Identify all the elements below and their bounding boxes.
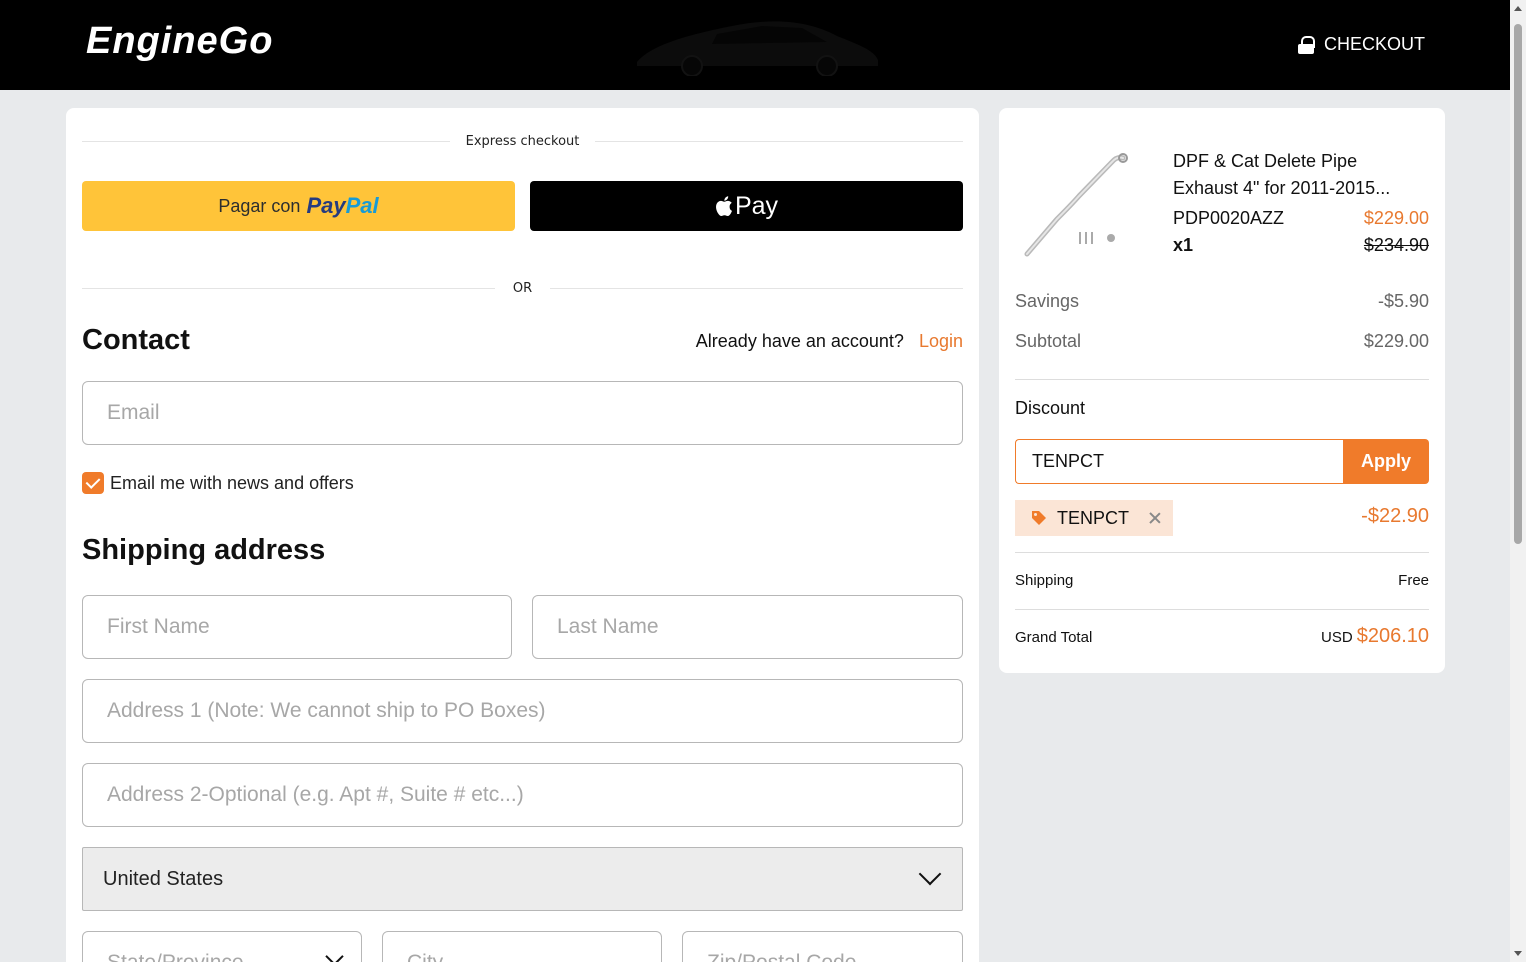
- site-header: EngineGo CHECKOUT: [0, 0, 1510, 90]
- zip-field[interactable]: [682, 931, 963, 962]
- first-name-field[interactable]: [82, 595, 512, 659]
- order-summary-card: DPF & Cat Delete Pipe Exhaust 4" for 201…: [999, 108, 1445, 673]
- or-label: OR: [512, 280, 533, 296]
- account-prompt: Already have an account? Login: [696, 331, 963, 352]
- discount-amount: -$22.90: [1361, 505, 1429, 527]
- shipping-value: Free: [1398, 572, 1429, 589]
- apple-pay-label: Pay: [734, 191, 779, 220]
- apple-icon: [715, 196, 732, 217]
- enginego-logo[interactable]: EngineGo: [86, 20, 273, 63]
- discount-code-field[interactable]: [1015, 439, 1345, 484]
- scroll-up-arrow-icon[interactable]: [1514, 6, 1522, 11]
- account-prompt-text: Already have an account?: [695, 331, 904, 351]
- divider: [1015, 609, 1429, 610]
- product-image: [1024, 153, 1128, 257]
- paypal-prefix: Pagar con: [218, 195, 301, 216]
- product-name: DPF & Cat Delete Pipe Exhaust 4" for 201…: [1173, 151, 1391, 198]
- address1-field[interactable]: [82, 679, 963, 743]
- product-sku: PDP0020AZZ: [1173, 208, 1285, 228]
- subtotal-label: Subtotal: [1015, 331, 1082, 351]
- subtotal-row: Subtotal $229.00: [1015, 331, 1429, 352]
- city-input[interactable]: [383, 932, 661, 962]
- grand-total-row: Grand Total USD $206.10: [1015, 625, 1429, 648]
- applied-coupon-chip: TENPCT: [1015, 500, 1173, 536]
- divider: [1015, 379, 1429, 380]
- or-divider: OR: [82, 278, 964, 298]
- shipping-label: Shipping: [1015, 572, 1074, 589]
- secure-checkout-indicator: CHECKOUT: [1297, 34, 1425, 55]
- contact-title: Contact: [82, 324, 190, 356]
- currency-code: USD: [1321, 629, 1353, 646]
- last-name-field[interactable]: [532, 595, 963, 659]
- state-select[interactable]: [82, 931, 362, 962]
- close-icon[interactable]: [1149, 512, 1161, 524]
- tag-icon: [1032, 511, 1046, 525]
- express-checkout-label: Express checkout: [465, 133, 580, 149]
- last-name-input[interactable]: [533, 596, 962, 658]
- discount-code-input[interactable]: [1016, 440, 1345, 483]
- product-price: $229.00: [1363, 208, 1429, 228]
- zip-input[interactable]: [683, 932, 962, 962]
- grand-total: USD $206.10: [1321, 625, 1429, 648]
- express-checkout-divider: Express checkout: [82, 131, 964, 151]
- scroll-down-arrow-icon[interactable]: [1514, 951, 1522, 956]
- first-name-input[interactable]: [83, 596, 511, 658]
- checkout-form-card: Express checkout Pagar con PayPal Pay OR…: [66, 108, 979, 962]
- address2-field[interactable]: [82, 763, 963, 827]
- newsletter-option[interactable]: Email me with news and offers: [82, 472, 354, 494]
- applied-coupon-code: TENPCT: [1057, 507, 1129, 528]
- country-select[interactable]: United States: [82, 847, 963, 911]
- divider: [1015, 552, 1429, 553]
- scrollbar-thumb[interactable]: [1514, 24, 1522, 544]
- city-field[interactable]: [382, 931, 662, 962]
- shipping-row: Shipping Free: [1015, 572, 1429, 589]
- discount-label: Discount: [1015, 398, 1086, 418]
- product-original-price: $234.90: [1363, 235, 1429, 255]
- savings-row: Savings -$5.90: [1015, 291, 1429, 312]
- lock-icon: [1297, 35, 1315, 54]
- page-scrollbar[interactable]: [1510, 0, 1526, 962]
- savings-label: Savings: [1015, 291, 1080, 311]
- car-silhouette-icon: [637, 21, 878, 76]
- grand-total-value: $206.10: [1356, 625, 1429, 647]
- checkout-label: CHECKOUT: [1323, 34, 1425, 54]
- newsletter-checkbox[interactable]: [82, 472, 104, 494]
- address2-input[interactable]: [83, 764, 962, 826]
- country-value: United States: [103, 867, 224, 890]
- chevron-down-icon: [918, 862, 942, 886]
- address1-input[interactable]: [83, 680, 962, 742]
- newsletter-label: Email me with news and offers: [110, 472, 354, 493]
- state-input[interactable]: [83, 932, 361, 962]
- shipping-address-title: Shipping address: [82, 534, 326, 566]
- paypal-logo: PayPal: [306, 193, 379, 218]
- apple-pay-button[interactable]: Pay: [530, 181, 963, 231]
- email-input[interactable]: [83, 382, 962, 444]
- subtotal-value: $229.00: [1363, 331, 1429, 351]
- login-link[interactable]: Login: [919, 331, 963, 351]
- email-field[interactable]: [82, 381, 963, 445]
- apply-discount-button[interactable]: Apply: [1343, 439, 1429, 484]
- grand-total-label: Grand Total: [1015, 629, 1093, 646]
- savings-value: -$5.90: [1377, 291, 1429, 311]
- paypal-button[interactable]: Pagar con PayPal: [82, 181, 515, 231]
- product-quantity: x1: [1173, 235, 1194, 255]
